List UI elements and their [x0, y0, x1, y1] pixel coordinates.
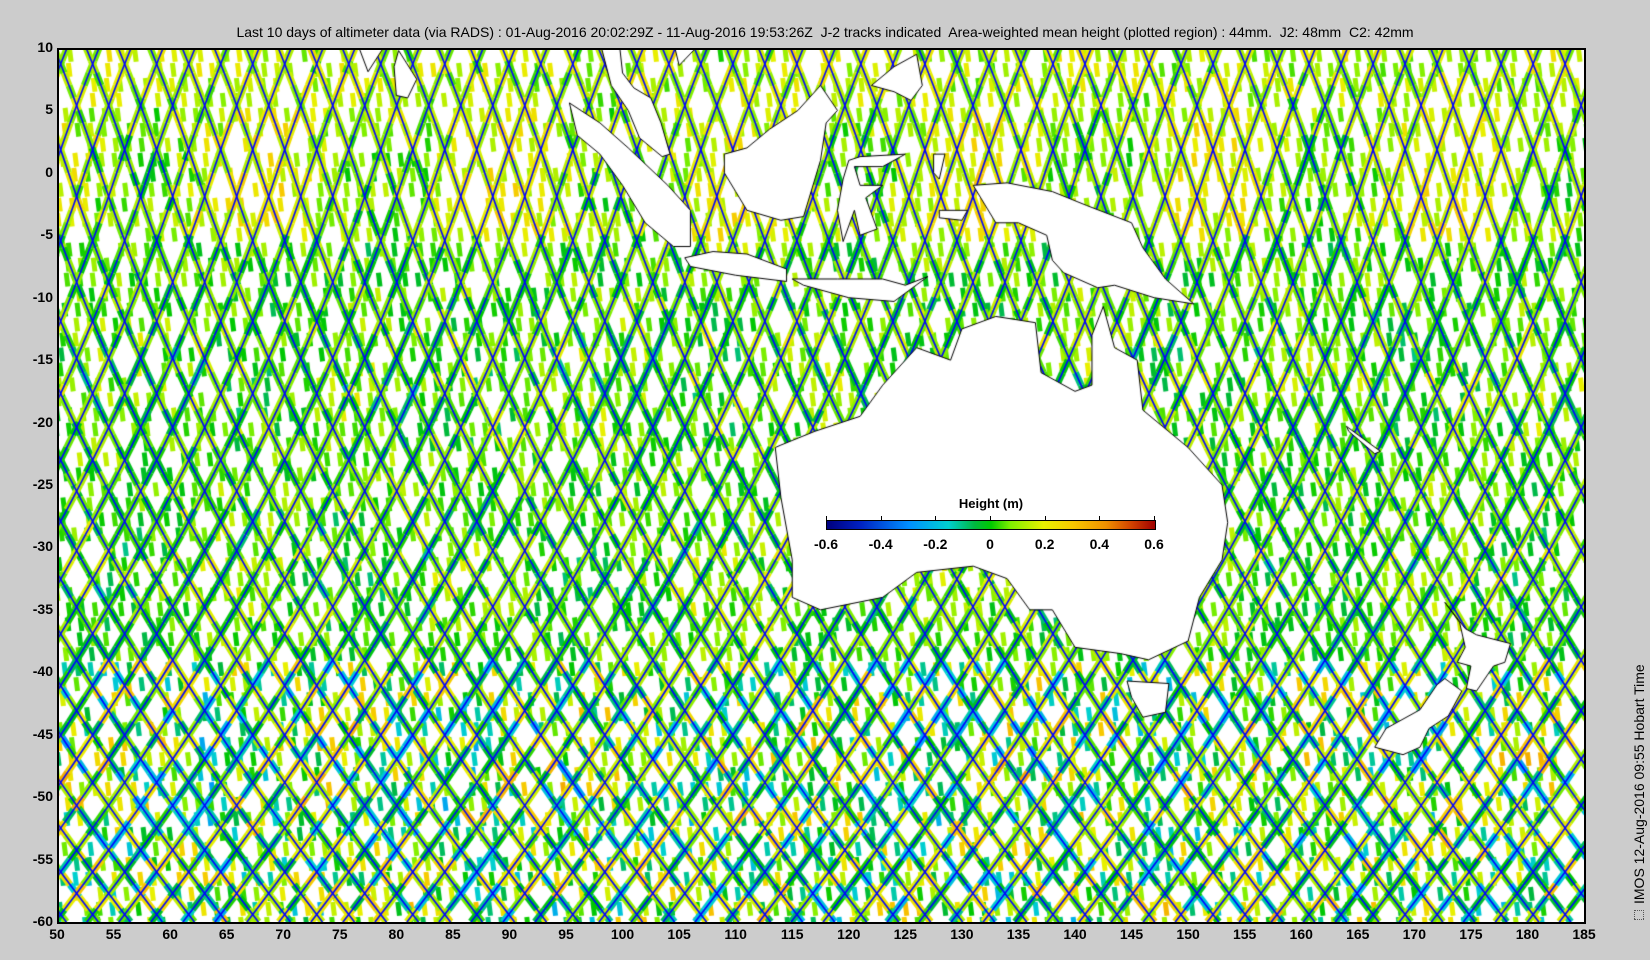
colorbar-tick-label: 0 [986, 536, 994, 552]
x-tick-label: 95 [558, 926, 574, 942]
footer-text: IMOS 12-Aug-2016 09:55 Hobart Time [1631, 664, 1647, 904]
x-tick-label: 105 [667, 926, 691, 942]
colorbar-tick-label: -0.6 [813, 536, 839, 552]
y-tick-label: -15 [32, 351, 53, 368]
y-tick-label: 5 [45, 101, 53, 118]
x-tick-label: 185 [1572, 926, 1596, 942]
colorbar-tick-mark [1044, 516, 1046, 520]
x-tick-label: 80 [388, 926, 405, 942]
checkbox-icon [1634, 910, 1644, 920]
y-tick-label: -45 [32, 725, 53, 742]
x-tick-label: 130 [950, 926, 974, 942]
colorbar-tick-label: -0.2 [923, 536, 948, 552]
colorbar-tick-mark [1099, 516, 1101, 520]
x-tick-label: 50 [49, 926, 65, 942]
colorbar-tick-mark [935, 516, 937, 520]
y-tick-label: 10 [37, 39, 53, 55]
colorbar-gradient [826, 520, 1156, 530]
colorbar-tick-mark [990, 516, 991, 520]
x-tick-label: 70 [275, 926, 291, 942]
x-tick-label: 85 [445, 926, 461, 942]
colorbar-tick-label: 0.4 [1089, 536, 1110, 552]
colorbar-label: Height (m) [958, 496, 1024, 511]
x-tick-label: 90 [501, 926, 518, 942]
x-tick-label: 140 [1063, 926, 1087, 942]
colorbar-tick-mark [880, 516, 882, 520]
x-tick-label: 100 [610, 926, 635, 942]
colorbar-tick-mark [1154, 516, 1155, 520]
y-tick-label: 0 [45, 163, 53, 180]
y-tick-label: -40 [32, 663, 53, 680]
y-tick-label: -55 [32, 850, 53, 867]
x-tick-label: 120 [837, 926, 861, 942]
x-tick-label: 110 [724, 926, 747, 942]
x-tick-label: 145 [1119, 926, 1144, 942]
plot-title: Last 10 days of altimeter data (via RADS… [236, 24, 1414, 40]
y-tick-label: -50 [32, 788, 53, 805]
x-tick-label: 125 [893, 926, 917, 942]
y-tick-label: -20 [32, 413, 53, 430]
y-tick-label: -25 [32, 476, 53, 492]
x-tick-label: 60 [162, 926, 178, 942]
colorbar-tick-mark [826, 516, 827, 520]
timestamp-footer: IMOS 12-Aug-2016 09:55 Hobart Time [1631, 664, 1647, 920]
x-tick-label: 165 [1346, 926, 1370, 942]
x-tick-label: 180 [1515, 926, 1540, 942]
x-tick-label: 155 [1232, 926, 1257, 942]
x-tick-label: 115 [780, 926, 804, 942]
x-tick-label: 160 [1289, 926, 1313, 942]
y-tick-label: -5 [40, 226, 53, 243]
x-tick-label: 135 [1006, 926, 1031, 942]
x-tick-label: 170 [1402, 926, 1426, 942]
x-tick-label: 175 [1459, 926, 1483, 942]
colorbar-tick-label: 0.6 [1144, 536, 1164, 552]
map-plot-area [57, 48, 1584, 922]
colorbar-tick-label: 0.2 [1034, 536, 1055, 552]
x-tick-label: 55 [105, 926, 122, 942]
x-tick-label: 75 [331, 926, 348, 942]
colorbar-tick-label: -0.4 [868, 536, 893, 552]
y-tick-label: -10 [32, 288, 53, 305]
x-tick-label: 65 [218, 926, 235, 942]
x-tick-label: 150 [1176, 926, 1200, 942]
y-tick-label: -35 [32, 600, 53, 617]
y-tick-label: -30 [32, 538, 53, 555]
altimeter-track-map [57, 48, 1584, 922]
